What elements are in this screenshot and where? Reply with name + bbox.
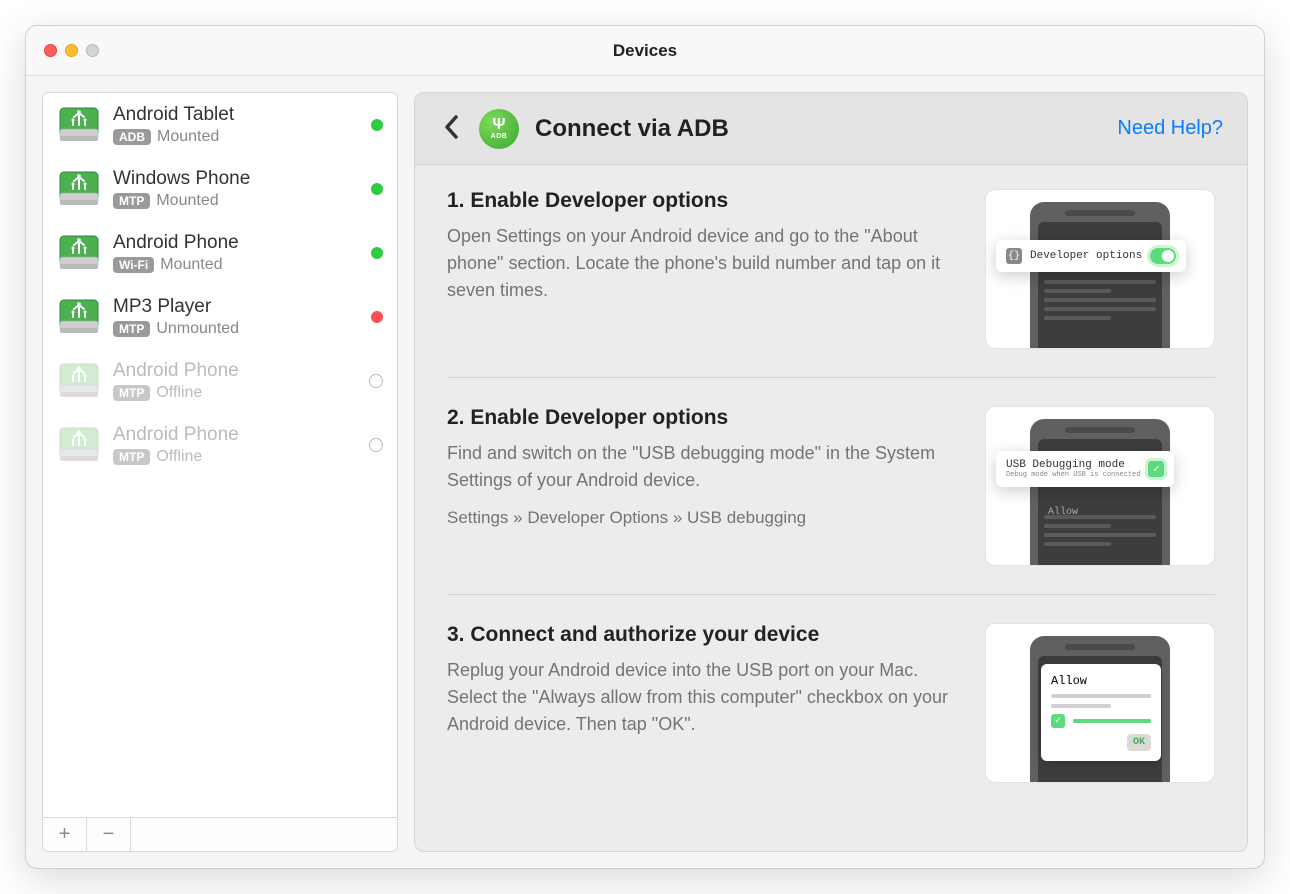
device-name: Windows Phone <box>113 168 359 190</box>
card-label: Developer options <box>1030 250 1142 262</box>
allow-title: Allow <box>1051 674 1151 688</box>
step-text: 2. Enable Developer options Find and swi… <box>447 406 957 566</box>
main-title: Connect via ADB <box>535 115 729 143</box>
status-indicator-icon <box>369 374 383 388</box>
sidebar: Android Tablet ADB Mounted Windows Phone… <box>42 92 398 852</box>
device-status: Offline <box>156 384 202 402</box>
device-info: Windows Phone MTP Mounted <box>113 168 359 210</box>
card-label: USB Debugging mode <box>1006 459 1140 471</box>
toggle-icon <box>1150 248 1176 264</box>
protocol-badge: MTP <box>113 385 150 401</box>
device-status: Unmounted <box>156 320 239 338</box>
card-sub: Debug mode when USB is connected <box>1006 471 1140 479</box>
step-title: 1. Enable Developer options <box>447 189 957 213</box>
status-indicator-icon <box>371 247 383 259</box>
phone-mock <box>1030 202 1170 349</box>
protocol-badge: ADB <box>113 129 151 145</box>
device-meta: MTP Unmounted <box>113 320 359 338</box>
device-info: Android Tablet ADB Mounted <box>113 104 359 146</box>
device-icon <box>57 103 101 147</box>
allow-dialog-card: Allow ✓ OK <box>1041 664 1161 761</box>
device-status: Offline <box>156 448 202 466</box>
status-indicator-icon <box>369 438 383 452</box>
footer-spacer <box>131 818 397 851</box>
device-icon <box>57 295 101 339</box>
checkbox-icon: ✓ <box>1051 714 1065 728</box>
device-icon <box>57 359 101 403</box>
protocol-badge: MTP <box>113 321 150 337</box>
device-name: MP3 Player <box>113 296 359 318</box>
main-panel: Ψ ADB Connect via ADB Need Help? 1. Enab… <box>414 92 1248 852</box>
chevron-left-icon <box>443 114 459 140</box>
step-text: 1. Enable Developer options Open Setting… <box>447 189 957 349</box>
device-status: Mounted <box>157 128 219 146</box>
device-item[interactable]: Android Tablet ADB Mounted <box>43 93 397 157</box>
protocol-badge: MTP <box>113 193 150 209</box>
device-info: MP3 Player MTP Unmounted <box>113 296 359 338</box>
device-meta: MTP Offline <box>113 384 357 402</box>
sidebar-footer: + − <box>42 818 398 852</box>
device-name: Android Tablet <box>113 104 359 126</box>
device-list[interactable]: Android Tablet ADB Mounted Windows Phone… <box>42 92 398 818</box>
developer-options-card: {} Developer options <box>996 240 1186 272</box>
adb-text: ADB <box>491 133 508 140</box>
step-3: 3. Connect and authorize your device Rep… <box>447 595 1215 783</box>
device-name: Android Phone <box>113 424 357 446</box>
status-indicator-icon <box>371 119 383 131</box>
device-info: Android Phone MTP Offline <box>113 424 357 466</box>
titlebar: Devices <box>26 26 1264 76</box>
step-1: 1. Enable Developer options Open Setting… <box>447 189 1215 378</box>
step-description: Open Settings on your Android device and… <box>447 223 957 304</box>
allow-label: Allow <box>1048 507 1078 518</box>
status-indicator-icon <box>371 183 383 195</box>
step-title: 2. Enable Developer options <box>447 406 957 430</box>
status-indicator-icon <box>371 311 383 323</box>
step-illustration: USB Debugging mode Debug mode when USB i… <box>985 406 1215 566</box>
phone-mock <box>1030 419 1170 566</box>
step-description: Replug your Android device into the USB … <box>447 657 957 738</box>
remove-device-button[interactable]: − <box>87 818 131 851</box>
device-icon <box>57 167 101 211</box>
device-item[interactable]: Android Phone MTP Offline <box>43 349 397 413</box>
code-icon: {} <box>1006 248 1022 264</box>
step-path: Settings » Developer Options » USB debug… <box>447 508 957 528</box>
step-2: 2. Enable Developer options Find and swi… <box>447 378 1215 595</box>
help-link[interactable]: Need Help? <box>1117 117 1223 140</box>
checkbox-icon: ✓ <box>1148 461 1164 477</box>
device-meta: MTP Offline <box>113 448 357 466</box>
device-meta: ADB Mounted <box>113 128 359 146</box>
main-body: 1. Enable Developer options Open Setting… <box>415 165 1247 851</box>
step-illustration: Allow ✓ OK <box>985 623 1215 783</box>
protocol-badge: Wi-Fi <box>113 257 154 273</box>
device-item[interactable]: Android Phone Wi-Fi Mounted <box>43 221 397 285</box>
back-button[interactable] <box>439 110 463 147</box>
device-status: Mounted <box>160 256 222 274</box>
device-name: Android Phone <box>113 232 359 254</box>
window: Devices Android Tablet ADB Mounted <box>25 25 1265 869</box>
content-area: Android Tablet ADB Mounted Windows Phone… <box>26 76 1264 868</box>
ok-button: OK <box>1127 734 1151 751</box>
step-description: Find and switch on the "USB debugging mo… <box>447 440 957 494</box>
device-info: Android Phone MTP Offline <box>113 360 357 402</box>
device-icon <box>57 423 101 467</box>
usb-glyph-icon: Ψ <box>493 117 506 133</box>
device-item[interactable]: Android Phone MTP Offline <box>43 413 397 477</box>
protocol-badge: MTP <box>113 449 150 465</box>
main-header: Ψ ADB Connect via ADB Need Help? <box>415 93 1247 165</box>
usb-debugging-card: USB Debugging mode Debug mode when USB i… <box>996 451 1174 487</box>
window-title: Devices <box>26 41 1264 61</box>
device-meta: MTP Mounted <box>113 192 359 210</box>
step-text: 3. Connect and authorize your device Rep… <box>447 623 957 783</box>
device-item[interactable]: Windows Phone MTP Mounted <box>43 157 397 221</box>
device-info: Android Phone Wi-Fi Mounted <box>113 232 359 274</box>
add-device-button[interactable]: + <box>43 818 87 851</box>
adb-icon: Ψ ADB <box>479 109 519 149</box>
device-icon <box>57 231 101 275</box>
step-illustration: {} Developer options <box>985 189 1215 349</box>
device-status: Mounted <box>156 192 218 210</box>
device-name: Android Phone <box>113 360 357 382</box>
step-title: 3. Connect and authorize your device <box>447 623 957 647</box>
device-meta: Wi-Fi Mounted <box>113 256 359 274</box>
device-item[interactable]: MP3 Player MTP Unmounted <box>43 285 397 349</box>
